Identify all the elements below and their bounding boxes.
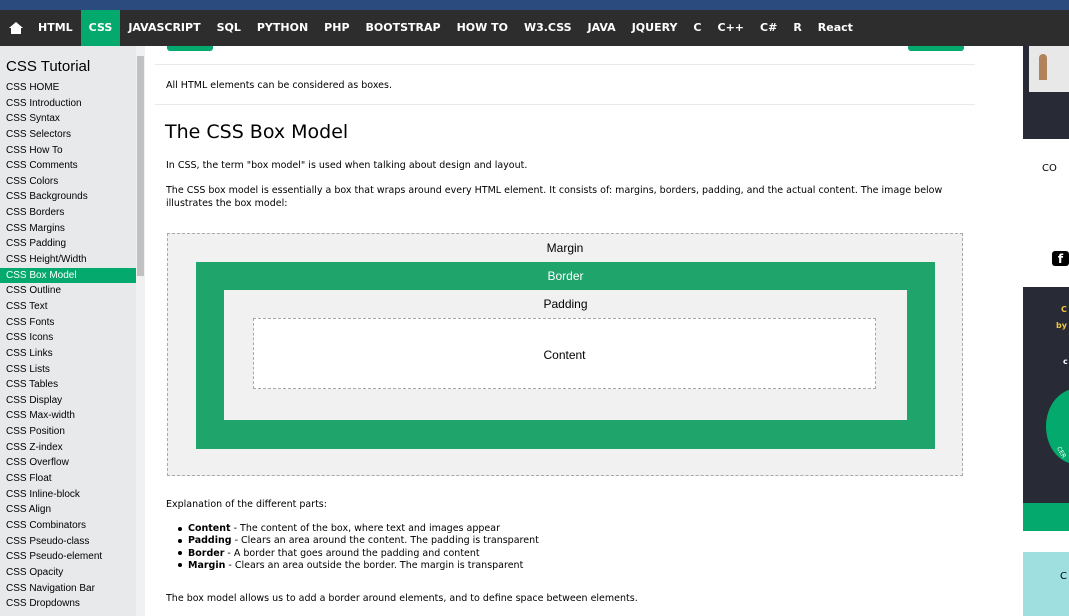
parts-list: Content - The content of the box, where … [178, 523, 539, 572]
sidebar-item-css-lists[interactable]: CSS Lists [0, 362, 136, 378]
right-text: CO [1042, 163, 1057, 174]
list-item: Padding - Clears an area around the cont… [178, 535, 539, 547]
ad-banner[interactable] [1023, 46, 1069, 139]
sidebar-item-css-z-index[interactable]: CSS Z-index [0, 440, 136, 456]
sidebar-title: CSS Tutorial [6, 58, 91, 75]
sidebar-item-css-pseudo-class[interactable]: CSS Pseudo-class [0, 534, 136, 550]
promo-text: by [1056, 321, 1067, 330]
nav-css[interactable]: CSS [80, 10, 121, 46]
nav-java[interactable]: JAVA [580, 10, 624, 46]
nav-sql[interactable]: SQL [209, 10, 249, 46]
sidebar-item-css-pseudo-element[interactable]: CSS Pseudo-element [0, 549, 136, 565]
facebook-icon[interactable]: f [1052, 251, 1069, 266]
person-figure-icon [1039, 54, 1047, 80]
explanation-intro: Explanation of the different parts: [166, 499, 327, 510]
right-sidebar: CO f C by c CER C [985, 46, 1069, 616]
main-content: All HTML elements can be considered as b… [145, 46, 985, 616]
sidebar-item-css-tables[interactable]: CSS Tables [0, 377, 136, 393]
nav-cpp[interactable]: C++ [710, 10, 753, 46]
sidebar-item-css-navigation-bar[interactable]: CSS Navigation Bar [0, 581, 136, 597]
nav-bootstrap[interactable]: BOOTSTRAP [358, 10, 449, 46]
sidebar-item-css-inline-block[interactable]: CSS Inline-block [0, 487, 136, 503]
promo-ad[interactable]: C by c CER [1023, 287, 1069, 503]
sidebar-item-css-fonts[interactable]: CSS Fonts [0, 315, 136, 331]
promo-box[interactable]: C [1023, 552, 1069, 616]
nav-php[interactable]: PHP [316, 10, 357, 46]
browser-top-strip [0, 0, 1069, 10]
divider [155, 64, 975, 65]
list-item: Content - The content of the box, where … [178, 523, 539, 535]
sidebar-item-css-max-width[interactable]: CSS Max-width [0, 408, 136, 424]
promo-text: C [1061, 305, 1067, 314]
sidebar-item-css-float[interactable]: CSS Float [0, 471, 136, 487]
border-label: Border [547, 269, 584, 283]
nav-jquery[interactable]: JQUERY [624, 10, 686, 46]
sidebar: CSS Tutorial CSS HOME CSS Introduction C… [0, 46, 136, 616]
sidebar-item-css-opacity[interactable]: CSS Opacity [0, 565, 136, 581]
intro-text: All HTML elements can be considered as b… [166, 80, 392, 91]
promo-button[interactable] [1023, 503, 1069, 531]
sidebar-item-css-links[interactable]: CSS Links [0, 346, 136, 362]
content-label: Content [543, 348, 586, 362]
sidebar-item-css-height-width[interactable]: CSS Height/Width [0, 252, 136, 268]
box-model-diagram: Margin Border Padding Content [167, 233, 963, 476]
nav-csharp[interactable]: C# [752, 10, 785, 46]
promo-text: c [1063, 357, 1068, 366]
content-layer: Content [253, 318, 876, 389]
top-navigation: HTML CSS JAVASCRIPT SQL PYTHON PHP BOOTS… [0, 10, 1069, 46]
paragraph: The CSS box model is essentially a box t… [166, 185, 943, 209]
sidebar-item-css-colors[interactable]: CSS Colors [0, 174, 136, 190]
sidebar-item-css-display[interactable]: CSS Display [0, 393, 136, 409]
sidebar-item-css-box-model[interactable]: CSS Box Model [0, 267, 136, 284]
nav-python[interactable]: PYTHON [249, 10, 316, 46]
divider [155, 104, 975, 105]
border-layer: Border Padding Content [196, 262, 935, 449]
sidebar-item-css-home[interactable]: CSS HOME [0, 80, 136, 96]
nav-c[interactable]: C [685, 10, 709, 46]
margin-label: Margin [546, 241, 584, 255]
next-button[interactable] [908, 46, 964, 51]
list-item: Border - A border that goes around the p… [178, 548, 539, 560]
page-title: The CSS Box Model [165, 121, 349, 143]
sidebar-item-css-comments[interactable]: CSS Comments [0, 158, 136, 174]
sidebar-item-css-syntax[interactable]: CSS Syntax [0, 111, 136, 127]
sidebar-item-css-combinators[interactable]: CSS Combinators [0, 518, 136, 534]
sidebar-item-css-dropdowns[interactable]: CSS Dropdowns [0, 596, 136, 612]
sidebar-item-css-backgrounds[interactable]: CSS Backgrounds [0, 189, 136, 205]
padding-label: Padding [543, 297, 588, 311]
sidebar-item-css-text[interactable]: CSS Text [0, 299, 136, 315]
sidebar-item-css-borders[interactable]: CSS Borders [0, 205, 136, 221]
sidebar-item-css-selectors[interactable]: CSS Selectors [0, 127, 136, 143]
nav-javascript[interactable]: JAVASCRIPT [120, 10, 208, 46]
nav-w3css[interactable]: W3.CSS [516, 10, 580, 46]
nav-how-to[interactable]: HOW TO [449, 10, 516, 46]
sidebar-scrollbar[interactable] [136, 46, 145, 616]
padding-layer: Padding Content [224, 290, 907, 420]
sidebar-item-css-icons[interactable]: CSS Icons [0, 330, 136, 346]
nav-react[interactable]: React [810, 10, 861, 46]
closing-text: The box model allows us to add a border … [166, 593, 638, 604]
previous-button[interactable] [167, 46, 213, 51]
sidebar-item-css-margins[interactable]: CSS Margins [0, 221, 136, 237]
sidebar-item-css-padding[interactable]: CSS Padding [0, 236, 136, 252]
paragraph: In CSS, the term "box model" is used whe… [166, 160, 528, 171]
home-button[interactable] [0, 10, 30, 46]
nav-html[interactable]: HTML [30, 10, 81, 46]
nav-r[interactable]: R [785, 10, 809, 46]
sidebar-item-css-position[interactable]: CSS Position [0, 424, 136, 440]
ad-image [1029, 46, 1069, 92]
scrollbar-thumb[interactable] [137, 56, 144, 276]
sidebar-item-css-outline[interactable]: CSS Outline [0, 283, 136, 299]
sidebar-item-css-align[interactable]: CSS Align [0, 502, 136, 518]
sidebar-item-css-how-to[interactable]: CSS How To [0, 143, 136, 159]
list-item: Margin - Clears an area outside the bord… [178, 560, 539, 572]
promo-box-text: C [1060, 571, 1067, 582]
sidebar-item-css-introduction[interactable]: CSS Introduction [0, 96, 136, 112]
sidebar-item-css-overflow[interactable]: CSS Overflow [0, 455, 136, 471]
